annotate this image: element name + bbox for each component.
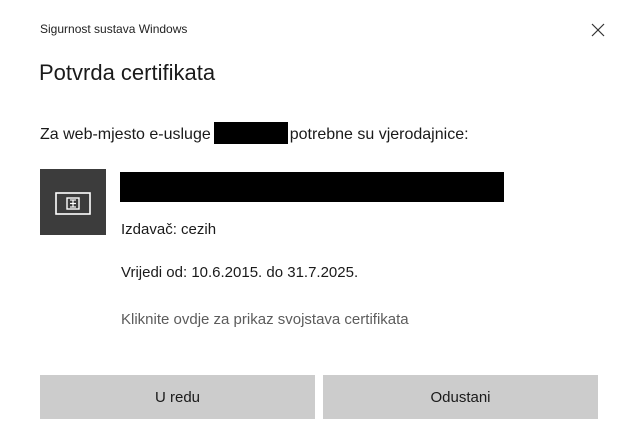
certificate-dialog: Sigurnost sustava Windows Potvrda certif… <box>0 0 620 441</box>
certificate-validity: Vrijedi od: 10.6.2015. do 31.7.2025. <box>121 264 359 281</box>
close-icon <box>591 23 605 37</box>
certificate-issuer: Izdavač: cezih <box>121 221 217 238</box>
redacted-certificate-name <box>120 172 504 202</box>
dialog-heading: Potvrda certifikata <box>39 60 216 85</box>
message-prefix: Za web-mjesto e-usluge <box>40 126 211 143</box>
certificate-card-icon <box>55 192 91 215</box>
close-button[interactable] <box>584 16 612 44</box>
ok-button[interactable]: U redu <box>40 375 315 419</box>
message-suffix: potrebne su vjerodajnice: <box>289 126 469 143</box>
redacted-service-name <box>213 122 288 144</box>
window-title: Sigurnost sustava Windows <box>40 22 188 36</box>
certificate-tile[interactable] <box>40 169 106 235</box>
credentials-message: Za web-mjesto e-usluge potrebne su vjerod… <box>40 122 469 144</box>
certificate-properties-link[interactable]: Kliknite ovdje za prikaz svojstava certi… <box>121 311 409 328</box>
cancel-button[interactable]: Odustani <box>323 375 598 419</box>
